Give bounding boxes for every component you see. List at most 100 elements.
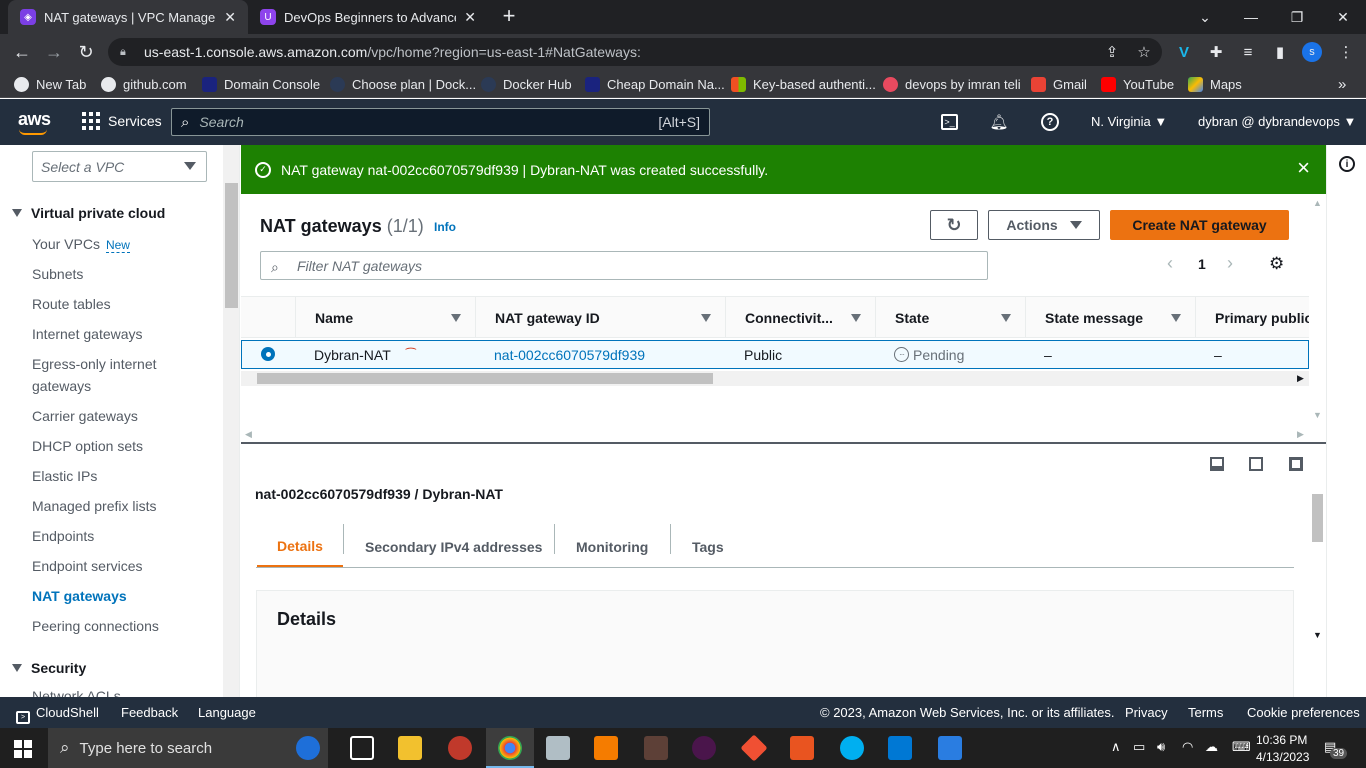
region-selector[interactable]: N. Virginia ▼ — [1091, 114, 1167, 129]
detail-vertical-scrollbar[interactable]: ▼ — [1309, 494, 1324, 642]
sidebar-item-elastic-ips[interactable]: Elastic IPs — [32, 465, 222, 487]
browser-tab-active[interactable]: ◈ NAT gateways | VPC Managemen ✕ — [8, 0, 248, 34]
media-player-icon[interactable] — [594, 736, 618, 760]
bookmark-new-tab[interactable]: New Tab — [14, 75, 86, 93]
snipping-tool-icon[interactable] — [448, 736, 472, 760]
profile-avatar[interactable]: s — [1302, 42, 1322, 62]
close-window-icon[interactable]: ✕ — [1320, 0, 1366, 34]
cloudshell-link[interactable]: > CloudShell — [16, 705, 99, 724]
bookmark-docker-hub[interactable]: Docker Hub — [481, 75, 572, 93]
info-link[interactable]: Info — [434, 220, 456, 234]
bookmark-youtube[interactable]: YouTube — [1101, 75, 1174, 93]
page-number[interactable]: 1 — [1198, 256, 1206, 272]
image-viewer-icon[interactable] — [938, 736, 962, 760]
scrollbar-thumb[interactable] — [1312, 494, 1323, 542]
sidebar-item-endpoints[interactable]: Endpoints — [32, 525, 222, 547]
notifications-bell-icon[interactable]: 🔔︎ — [989, 113, 1008, 131]
actions-button[interactable]: Actions — [988, 210, 1100, 240]
slack-icon[interactable] — [692, 736, 716, 760]
scroll-right-arrow-icon[interactable]: ▶ — [1297, 373, 1304, 384]
col-connectivity[interactable]: Connectivit... — [725, 297, 875, 338]
prev-page-icon[interactable]: ‹ — [1167, 253, 1173, 274]
aws-logo[interactable]: aws — [18, 109, 51, 130]
sidebar-item-egress-only-gateways[interactable]: Egress-only internet gateways — [32, 353, 182, 397]
back-icon[interactable]: ← — [10, 40, 34, 64]
bing-icon[interactable] — [296, 736, 320, 760]
panel-bottom-layout-icon[interactable] — [1210, 457, 1224, 471]
panel-full-layout-icon[interactable] — [1289, 457, 1303, 471]
tab-details[interactable]: Details — [257, 526, 343, 568]
bookmark-domain-console[interactable]: Domain Console — [202, 75, 320, 93]
tab-close-icon[interactable]: ✕ — [464, 9, 476, 26]
sidebar-item-dhcp-option-sets[interactable]: DHCP option sets — [32, 435, 222, 457]
sidebar-scrollbar-thumb[interactable] — [225, 183, 238, 308]
row-nat-id-link[interactable]: nat-002cc6070579df939 — [494, 341, 645, 368]
bookmark-devops-imran[interactable]: devops by imran teli — [883, 75, 1021, 93]
battery-icon[interactable]: ▭ — [1133, 739, 1145, 755]
bookmark-choose-plan[interactable]: Choose plan | Dock... — [330, 75, 476, 93]
scroll-up-arrow-icon[interactable]: ▲ — [1313, 198, 1322, 208]
skype-icon[interactable] — [840, 736, 864, 760]
file-explorer-icon[interactable] — [398, 736, 422, 760]
table-row[interactable]: Dybran-NAT ⁀ nat-002cc6070579df939 Publi… — [241, 340, 1309, 369]
scroll-down-arrow-icon[interactable]: ▼ — [1313, 630, 1322, 640]
sidebar-item-nat-gateways[interactable]: NAT gateways — [32, 585, 222, 607]
scroll-left-arrow-icon[interactable]: ◀ — [245, 429, 252, 440]
bookmarks-more-icon[interactable]: » — [1338, 75, 1346, 93]
row-select-radio[interactable] — [261, 347, 275, 361]
media-queue-icon[interactable]: ≡ — [1238, 42, 1258, 62]
photos-icon[interactable] — [644, 736, 668, 760]
scroll-right-arrow-icon[interactable]: ▶ — [1297, 429, 1304, 440]
bookmark-star-icon[interactable]: ☆ — [1134, 42, 1154, 62]
windows-search-box[interactable]: ⌕ Type here to search — [48, 728, 328, 768]
sidebar-item-route-tables[interactable]: Route tables — [32, 293, 222, 315]
task-view-icon[interactable] — [350, 736, 374, 760]
col-state-message[interactable]: State message — [1025, 297, 1195, 338]
tab-search-icon[interactable]: ⌄ — [1182, 0, 1228, 34]
sidebar-item-subnets[interactable]: Subnets — [32, 263, 222, 285]
restore-icon[interactable]: ❐ — [1274, 0, 1320, 34]
forward-icon[interactable]: → — [42, 40, 66, 64]
windows-start-icon[interactable] — [14, 740, 32, 758]
new-tab-button[interactable]: + — [498, 5, 520, 28]
info-icon[interactable]: i — [1339, 156, 1355, 172]
services-menu[interactable]: Services — [82, 112, 162, 130]
cookie-preferences-link[interactable]: Cookie preferences — [1247, 705, 1360, 720]
settings-gear-icon[interactable]: ⚙ — [1269, 254, 1284, 274]
clock-time[interactable]: 10:36 PM — [1256, 733, 1307, 747]
filter-input[interactable]: ⌕ Filter NAT gateways — [260, 251, 988, 280]
privacy-link[interactable]: Privacy — [1125, 705, 1168, 720]
bookmark-key-based-auth[interactable]: Key-based authenti... — [731, 75, 876, 93]
remote-desktop-icon[interactable] — [546, 736, 570, 760]
bookmark-github[interactable]: github.com — [101, 75, 187, 93]
git-icon[interactable] — [740, 734, 768, 762]
tab-secondary-ipv4[interactable]: Secondary IPv4 addresses — [365, 526, 542, 568]
help-icon[interactable]: ? — [1041, 113, 1059, 131]
col-primary-public-ip[interactable]: Primary public — [1195, 297, 1309, 338]
share-icon[interactable]: ⇪ — [1102, 42, 1122, 62]
feedback-link[interactable]: Feedback — [121, 705, 178, 720]
browser-menu-icon[interactable]: ⋮ — [1336, 42, 1356, 62]
sidebar-item-network-acls[interactable]: Network ACLs — [32, 685, 222, 697]
refresh-button[interactable]: ↻ — [930, 210, 978, 240]
tab-monitoring[interactable]: Monitoring — [576, 526, 648, 568]
browser-tab[interactable]: U DevOps Beginners to Advanced | ✕ — [248, 0, 488, 34]
clock-date[interactable]: 4/13/2023 — [1256, 750, 1309, 764]
flash-close-icon[interactable]: × — [1297, 157, 1310, 179]
tab-close-icon[interactable]: ✕ — [224, 9, 236, 26]
vscode-icon[interactable] — [888, 736, 912, 760]
next-page-icon[interactable]: › — [1227, 253, 1233, 274]
language-link[interactable]: Language — [198, 705, 256, 720]
aws-search-input[interactable]: ⌕ Search [Alt+S] — [171, 108, 710, 136]
extensions-puzzle-icon[interactable]: ✚ — [1206, 42, 1226, 62]
panel-side-layout-icon[interactable] — [1249, 457, 1263, 471]
table-horizontal-scrollbar[interactable] — [241, 371, 1309, 386]
section-security[interactable]: Security — [12, 660, 86, 676]
scroll-down-arrow-icon[interactable]: ▼ — [1313, 410, 1322, 420]
sidebar-item-peering-connections[interactable]: Peering connections — [32, 615, 222, 637]
vimeo-extension-icon[interactable]: V — [1174, 42, 1194, 62]
sidebar-item-endpoint-services[interactable]: Endpoint services — [32, 555, 222, 577]
keyboard-icon[interactable]: ⌨ — [1232, 739, 1251, 755]
wifi-icon[interactable]: ◠ — [1182, 739, 1193, 755]
chrome-icon[interactable] — [498, 736, 522, 760]
